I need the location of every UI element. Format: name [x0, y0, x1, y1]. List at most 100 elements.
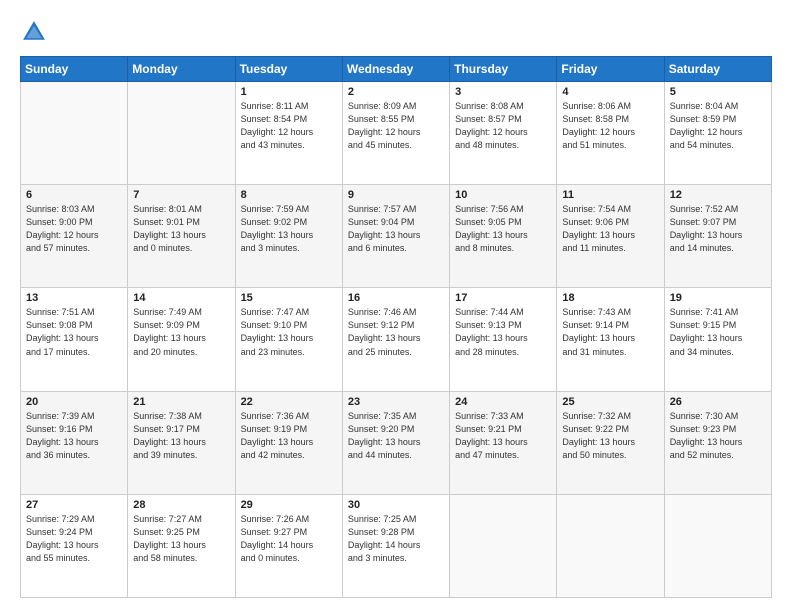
- day-cell: 12 Sunrise: 7:52 AM Sunset: 9:07 PM Dayli…: [664, 185, 771, 288]
- day-number: 19: [670, 292, 766, 304]
- day-number: 17: [455, 292, 551, 304]
- day-info: Sunrise: 7:51 AM Sunset: 9:08 PM Dayligh…: [26, 306, 122, 358]
- day-cell: 16 Sunrise: 7:46 AM Sunset: 9:12 PM Dayli…: [342, 288, 449, 391]
- day-cell: [21, 82, 128, 185]
- day-number: 3: [455, 86, 551, 98]
- day-info: Sunrise: 7:29 AM Sunset: 9:24 PM Dayligh…: [26, 513, 122, 565]
- weekday-header-tuesday: Tuesday: [235, 57, 342, 82]
- day-cell: 7 Sunrise: 8:01 AM Sunset: 9:01 PM Daylig…: [128, 185, 235, 288]
- day-cell: 30Sunrise: 7:25 AM Sunset: 9:28 PM Dayli…: [342, 494, 449, 597]
- header: [20, 18, 772, 46]
- week-row-0: 1 Sunrise: 8:11 AM Sunset: 8:54 PM Daylig…: [21, 82, 772, 185]
- day-info: Sunrise: 7:43 AM Sunset: 9:14 PM Dayligh…: [562, 306, 658, 358]
- day-info: Sunrise: 7:32 AM Sunset: 9:22 PM Dayligh…: [562, 410, 658, 462]
- day-info: Sunrise: 7:44 AM Sunset: 9:13 PM Dayligh…: [455, 306, 551, 358]
- day-cell: 26 Sunrise: 7:30 AM Sunset: 9:23 PM Dayli…: [664, 391, 771, 494]
- day-info: Sunrise: 7:26 AM Sunset: 9:27 PM Dayligh…: [241, 513, 337, 565]
- day-info: Sunrise: 7:49 AM Sunset: 9:09 PM Dayligh…: [133, 306, 229, 358]
- day-cell: 9 Sunrise: 7:57 AM Sunset: 9:04 PM Daylig…: [342, 185, 449, 288]
- weekday-header-wednesday: Wednesday: [342, 57, 449, 82]
- day-number: 13: [26, 292, 122, 304]
- day-number: 29: [241, 499, 337, 511]
- day-info: Sunrise: 7:36 AM Sunset: 9:19 PM Dayligh…: [241, 410, 337, 462]
- day-info: Sunrise: 8:11 AM Sunset: 8:54 PM Dayligh…: [241, 100, 337, 152]
- day-cell: 13 Sunrise: 7:51 AM Sunset: 9:08 PM Dayli…: [21, 288, 128, 391]
- day-number: 24: [455, 396, 551, 408]
- logo-icon: [20, 18, 48, 46]
- day-number: 26: [670, 396, 766, 408]
- day-cell: 11 Sunrise: 7:54 AM Sunset: 9:06 PM Dayli…: [557, 185, 664, 288]
- day-info: Sunrise: 7:39 AM Sunset: 9:16 PM Dayligh…: [26, 410, 122, 462]
- day-info: Sunrise: 7:54 AM Sunset: 9:06 PM Dayligh…: [562, 203, 658, 255]
- day-info: Sunrise: 7:38 AM Sunset: 9:17 PM Dayligh…: [133, 410, 229, 462]
- day-cell: [450, 494, 557, 597]
- day-info: Sunrise: 7:57 AM Sunset: 9:04 PM Dayligh…: [348, 203, 444, 255]
- day-info: Sunrise: 7:46 AM Sunset: 9:12 PM Dayligh…: [348, 306, 444, 358]
- day-info: Sunrise: 7:30 AM Sunset: 9:23 PM Dayligh…: [670, 410, 766, 462]
- day-number: 9: [348, 189, 444, 201]
- day-cell: 6Sunrise: 8:03 AM Sunset: 9:00 PM Daylig…: [21, 185, 128, 288]
- day-number: 8: [241, 189, 337, 201]
- day-cell: [128, 82, 235, 185]
- day-cell: 19 Sunrise: 7:41 AM Sunset: 9:15 PM Dayli…: [664, 288, 771, 391]
- day-info: Sunrise: 7:59 AM Sunset: 9:02 PM Dayligh…: [241, 203, 337, 255]
- day-number: 15: [241, 292, 337, 304]
- weekday-header-row: SundayMondayTuesdayWednesdayThursdayFrid…: [21, 57, 772, 82]
- day-cell: 10 Sunrise: 7:56 AM Sunset: 9:05 PM Dayli…: [450, 185, 557, 288]
- day-info: Sunrise: 7:47 AM Sunset: 9:10 PM Dayligh…: [241, 306, 337, 358]
- day-number: 16: [348, 292, 444, 304]
- day-number: 27: [26, 499, 122, 511]
- day-number: 5: [670, 86, 766, 98]
- day-number: 18: [562, 292, 658, 304]
- week-row-4: 27 Sunrise: 7:29 AM Sunset: 9:24 PM Dayli…: [21, 494, 772, 597]
- day-cell: 24 Sunrise: 7:33 AM Sunset: 9:21 PM Dayli…: [450, 391, 557, 494]
- weekday-header-thursday: Thursday: [450, 57, 557, 82]
- day-info: Sunrise: 7:56 AM Sunset: 9:05 PM Dayligh…: [455, 203, 551, 255]
- day-info: Sunrise: 8:01 AM Sunset: 9:01 PM Dayligh…: [133, 203, 229, 255]
- day-number: 1: [241, 86, 337, 98]
- day-number: 11: [562, 189, 658, 201]
- day-number: 14: [133, 292, 229, 304]
- day-info: Sunrise: 7:27 AM Sunset: 9:25 PM Dayligh…: [133, 513, 229, 565]
- day-cell: 3 Sunrise: 8:08 AM Sunset: 8:57 PM Daylig…: [450, 82, 557, 185]
- day-info: Sunrise: 8:09 AM Sunset: 8:55 PM Dayligh…: [348, 100, 444, 152]
- day-cell: 23Sunrise: 7:35 AM Sunset: 9:20 PM Dayli…: [342, 391, 449, 494]
- day-cell: 5 Sunrise: 8:04 AM Sunset: 8:59 PM Daylig…: [664, 82, 771, 185]
- day-info: Sunrise: 7:41 AM Sunset: 9:15 PM Dayligh…: [670, 306, 766, 358]
- day-info: Sunrise: 8:04 AM Sunset: 8:59 PM Dayligh…: [670, 100, 766, 152]
- day-cell: 22 Sunrise: 7:36 AM Sunset: 9:19 PM Dayli…: [235, 391, 342, 494]
- weekday-header-monday: Monday: [128, 57, 235, 82]
- day-info: Sunrise: 7:35 AM Sunset: 9:20 PM Dayligh…: [348, 410, 444, 462]
- day-cell: 20Sunrise: 7:39 AM Sunset: 9:16 PM Dayli…: [21, 391, 128, 494]
- day-cell: 4 Sunrise: 8:06 AM Sunset: 8:58 PM Daylig…: [557, 82, 664, 185]
- day-info: Sunrise: 8:03 AM Sunset: 9:00 PM Dayligh…: [26, 203, 122, 255]
- day-number: 7: [133, 189, 229, 201]
- week-row-3: 20Sunrise: 7:39 AM Sunset: 9:16 PM Dayli…: [21, 391, 772, 494]
- day-cell: 21 Sunrise: 7:38 AM Sunset: 9:17 PM Dayli…: [128, 391, 235, 494]
- day-info: Sunrise: 7:25 AM Sunset: 9:28 PM Dayligh…: [348, 513, 444, 565]
- day-cell: 8 Sunrise: 7:59 AM Sunset: 9:02 PM Daylig…: [235, 185, 342, 288]
- day-number: 22: [241, 396, 337, 408]
- day-cell: 17 Sunrise: 7:44 AM Sunset: 9:13 PM Dayli…: [450, 288, 557, 391]
- weekday-header-friday: Friday: [557, 57, 664, 82]
- day-number: 12: [670, 189, 766, 201]
- week-row-2: 13 Sunrise: 7:51 AM Sunset: 9:08 PM Dayli…: [21, 288, 772, 391]
- day-info: Sunrise: 7:52 AM Sunset: 9:07 PM Dayligh…: [670, 203, 766, 255]
- day-number: 25: [562, 396, 658, 408]
- day-info: Sunrise: 7:33 AM Sunset: 9:21 PM Dayligh…: [455, 410, 551, 462]
- day-number: 4: [562, 86, 658, 98]
- week-row-1: 6Sunrise: 8:03 AM Sunset: 9:00 PM Daylig…: [21, 185, 772, 288]
- day-cell: 29 Sunrise: 7:26 AM Sunset: 9:27 PM Dayli…: [235, 494, 342, 597]
- day-cell: 25 Sunrise: 7:32 AM Sunset: 9:22 PM Dayli…: [557, 391, 664, 494]
- day-info: Sunrise: 8:08 AM Sunset: 8:57 PM Dayligh…: [455, 100, 551, 152]
- day-info: Sunrise: 8:06 AM Sunset: 8:58 PM Dayligh…: [562, 100, 658, 152]
- day-cell: 27 Sunrise: 7:29 AM Sunset: 9:24 PM Dayli…: [21, 494, 128, 597]
- day-number: 28: [133, 499, 229, 511]
- day-number: 21: [133, 396, 229, 408]
- day-cell: 15 Sunrise: 7:47 AM Sunset: 9:10 PM Dayli…: [235, 288, 342, 391]
- page: SundayMondayTuesdayWednesdayThursdayFrid…: [0, 0, 792, 612]
- day-cell: 2Sunrise: 8:09 AM Sunset: 8:55 PM Daylig…: [342, 82, 449, 185]
- day-number: 10: [455, 189, 551, 201]
- day-cell: 28 Sunrise: 7:27 AM Sunset: 9:25 PM Dayli…: [128, 494, 235, 597]
- logo: [20, 18, 54, 46]
